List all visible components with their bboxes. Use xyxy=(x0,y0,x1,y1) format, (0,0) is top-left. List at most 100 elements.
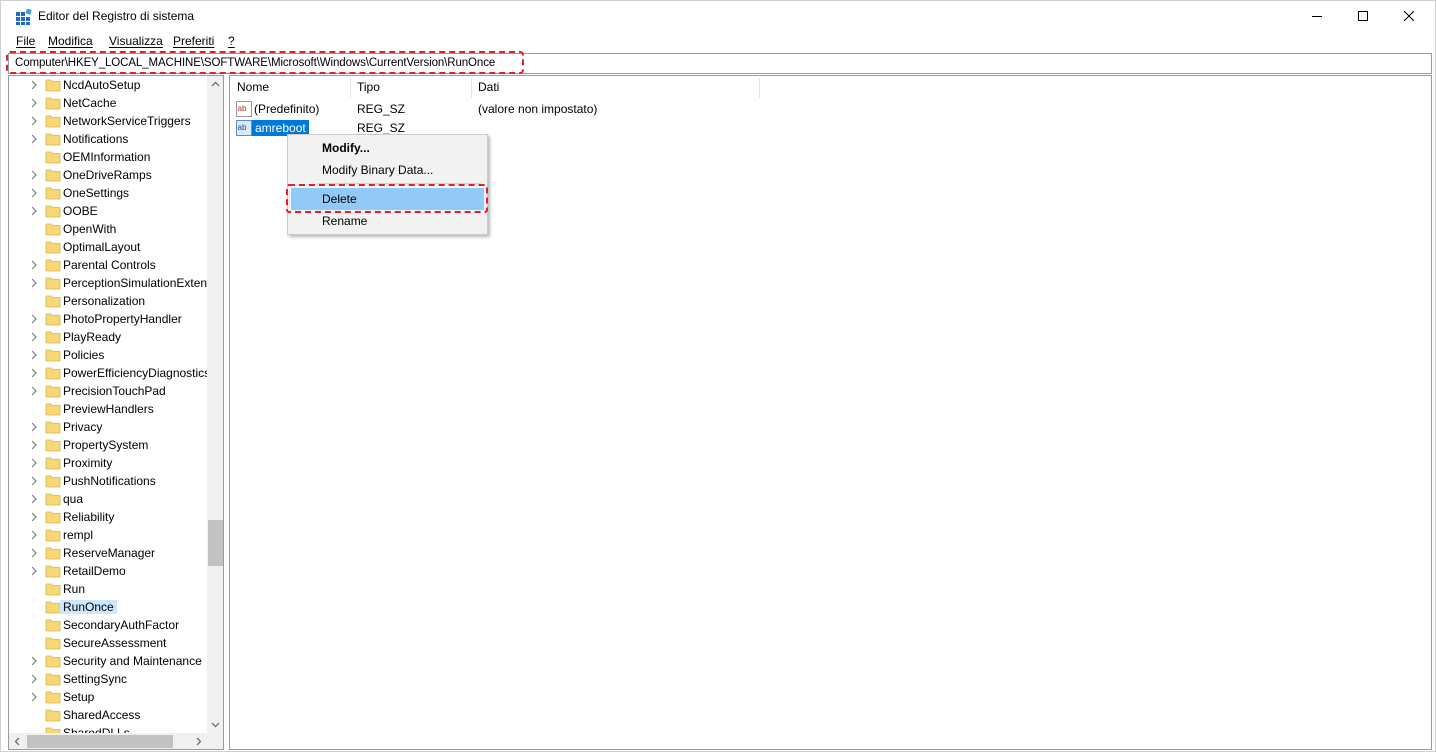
title-bar[interactable]: Editor del Registro di sistema xyxy=(1,1,1435,31)
tree-item[interactable]: PhotoPropertyHandler xyxy=(9,310,209,328)
tree-item[interactable]: OneDriveRamps xyxy=(9,166,209,184)
tree-item[interactable]: OneSettings xyxy=(9,184,209,202)
chevron-right-icon[interactable] xyxy=(30,494,38,504)
tree-item[interactable]: OptimalLayout xyxy=(9,238,209,256)
minimize-button[interactable] xyxy=(1294,1,1340,31)
scroll-left-icon[interactable] xyxy=(9,733,26,750)
tree-item[interactable]: SettingSync xyxy=(9,670,209,688)
column-divider[interactable] xyxy=(759,78,760,98)
folder-icon xyxy=(45,475,61,488)
tree-item[interactable]: RunOnce xyxy=(9,598,209,616)
tree-item[interactable]: Reliability xyxy=(9,508,209,526)
tree-item[interactable]: Policies xyxy=(9,346,209,364)
tree-item-label: Privacy xyxy=(63,420,103,434)
tree-item-label: PrecisionTouchPad xyxy=(63,384,166,398)
tree-item[interactable]: PreviewHandlers xyxy=(9,400,209,418)
tree-item[interactable]: SharedAccess xyxy=(9,706,209,724)
tree-item[interactable]: Setup xyxy=(9,688,209,706)
tree-item[interactable]: SecondaryAuthFactor xyxy=(9,616,209,634)
chevron-right-icon[interactable] xyxy=(30,98,38,108)
scroll-right-icon[interactable] xyxy=(190,733,207,750)
tree-item[interactable]: Run xyxy=(9,580,209,598)
menu-file[interactable]: File xyxy=(16,34,35,48)
chevron-right-icon[interactable] xyxy=(30,368,38,378)
close-button[interactable] xyxy=(1386,1,1432,31)
chevron-right-icon[interactable] xyxy=(30,440,38,450)
tree-item-label: PushNotifications xyxy=(63,474,156,488)
tree-horizontal-scrollbar[interactable] xyxy=(9,733,207,750)
folder-icon xyxy=(45,151,61,164)
menu-help[interactable]: ? xyxy=(228,34,235,48)
tree-item[interactable]: qua xyxy=(9,490,209,508)
maximize-button[interactable] xyxy=(1340,1,1386,31)
tree-item[interactable]: Notifications xyxy=(9,130,209,148)
chevron-right-icon[interactable] xyxy=(30,656,38,666)
context-menu-modify[interactable]: Modify... xyxy=(291,137,484,159)
tree-item-label: PropertySystem xyxy=(63,438,149,452)
chevron-right-icon[interactable] xyxy=(30,80,38,90)
tree-vertical-scrollbar[interactable] xyxy=(207,76,224,733)
chevron-right-icon[interactable] xyxy=(30,548,38,558)
chevron-right-icon[interactable] xyxy=(30,260,38,270)
tree-item[interactable]: NetworkServiceTriggers xyxy=(9,112,209,130)
tree-item[interactable]: Parental Controls xyxy=(9,256,209,274)
chevron-right-icon[interactable] xyxy=(30,674,38,684)
context-menu-rename[interactable]: Rename xyxy=(291,210,484,232)
chevron-right-icon[interactable] xyxy=(30,566,38,576)
scroll-up-icon[interactable] xyxy=(207,76,224,93)
tree-item[interactable]: OOBE xyxy=(9,202,209,220)
context-menu-modify-binary[interactable]: Modify Binary Data... xyxy=(291,159,484,181)
menu-preferiti[interactable]: Preferiti xyxy=(173,34,214,48)
chevron-right-icon[interactable] xyxy=(30,116,38,126)
chevron-right-icon[interactable] xyxy=(30,170,38,180)
tree-item[interactable]: Privacy xyxy=(9,418,209,436)
tree-item[interactable]: ReserveManager xyxy=(9,544,209,562)
folder-icon xyxy=(45,619,61,632)
chevron-right-icon[interactable] xyxy=(30,134,38,144)
tree-item[interactable]: OpenWith xyxy=(9,220,209,238)
chevron-right-icon[interactable] xyxy=(30,386,38,396)
chevron-right-icon[interactable] xyxy=(30,476,38,486)
chevron-right-icon[interactable] xyxy=(30,512,38,522)
column-header-data[interactable]: Dati xyxy=(471,76,759,98)
chevron-right-icon[interactable] xyxy=(30,422,38,432)
chevron-right-icon[interactable] xyxy=(30,458,38,468)
tree-item[interactable]: Proximity xyxy=(9,454,209,472)
tree-item-label: rempl xyxy=(63,528,94,542)
tree-item[interactable]: Security and Maintenance xyxy=(9,652,209,670)
tree-item[interactable]: Personalization xyxy=(9,292,209,310)
tree-item[interactable]: NetCache xyxy=(9,94,209,112)
menu-modifica[interactable]: Modifica xyxy=(48,34,93,48)
tree-item[interactable]: OEMInformation xyxy=(9,148,209,166)
tree-vertical-scroll-thumb[interactable] xyxy=(208,520,223,566)
chevron-right-icon[interactable] xyxy=(30,278,38,288)
tree-item-label: OptimalLayout xyxy=(63,240,141,254)
chevron-right-icon[interactable] xyxy=(30,188,38,198)
tree-item[interactable]: PushNotifications xyxy=(9,472,209,490)
tree-item[interactable]: SecureAssessment xyxy=(9,634,209,652)
value-row-predefinito[interactable]: ab (Predefinito) REG_SZ (valore non impo… xyxy=(230,100,830,118)
column-header-name[interactable]: Nome xyxy=(230,76,350,98)
value-type: REG_SZ xyxy=(357,121,406,135)
folder-icon xyxy=(45,367,61,380)
tree-item[interactable]: PropertySystem xyxy=(9,436,209,454)
scroll-down-icon[interactable] xyxy=(207,716,224,733)
tree-item-label: PhotoPropertyHandler xyxy=(63,312,182,326)
tree-item[interactable]: RetailDemo xyxy=(9,562,209,580)
tree-item[interactable]: rempl xyxy=(9,526,209,544)
tree-item[interactable]: PerceptionSimulationExten xyxy=(9,274,209,292)
tree-item[interactable]: NcdAutoSetup xyxy=(9,76,209,94)
chevron-right-icon[interactable] xyxy=(30,314,38,324)
chevron-right-icon[interactable] xyxy=(30,692,38,702)
chevron-right-icon[interactable] xyxy=(30,350,38,360)
tree-item[interactable]: PrecisionTouchPad xyxy=(9,382,209,400)
menu-visualizza[interactable]: Visualizza xyxy=(109,34,163,48)
chevron-right-icon[interactable] xyxy=(30,206,38,216)
tree-item[interactable]: PowerEfficiencyDiagnostics xyxy=(9,364,210,382)
chevron-right-icon[interactable] xyxy=(30,332,38,342)
column-header-type[interactable]: Tipo xyxy=(350,76,471,98)
key-tree-pane[interactable]: NcdAutoSetup NetCache NetworkServiceTrigge… xyxy=(8,75,224,750)
tree-item[interactable]: PlayReady xyxy=(9,328,209,346)
tree-horizontal-scroll-thumb[interactable] xyxy=(27,735,173,748)
chevron-right-icon[interactable] xyxy=(30,530,38,540)
